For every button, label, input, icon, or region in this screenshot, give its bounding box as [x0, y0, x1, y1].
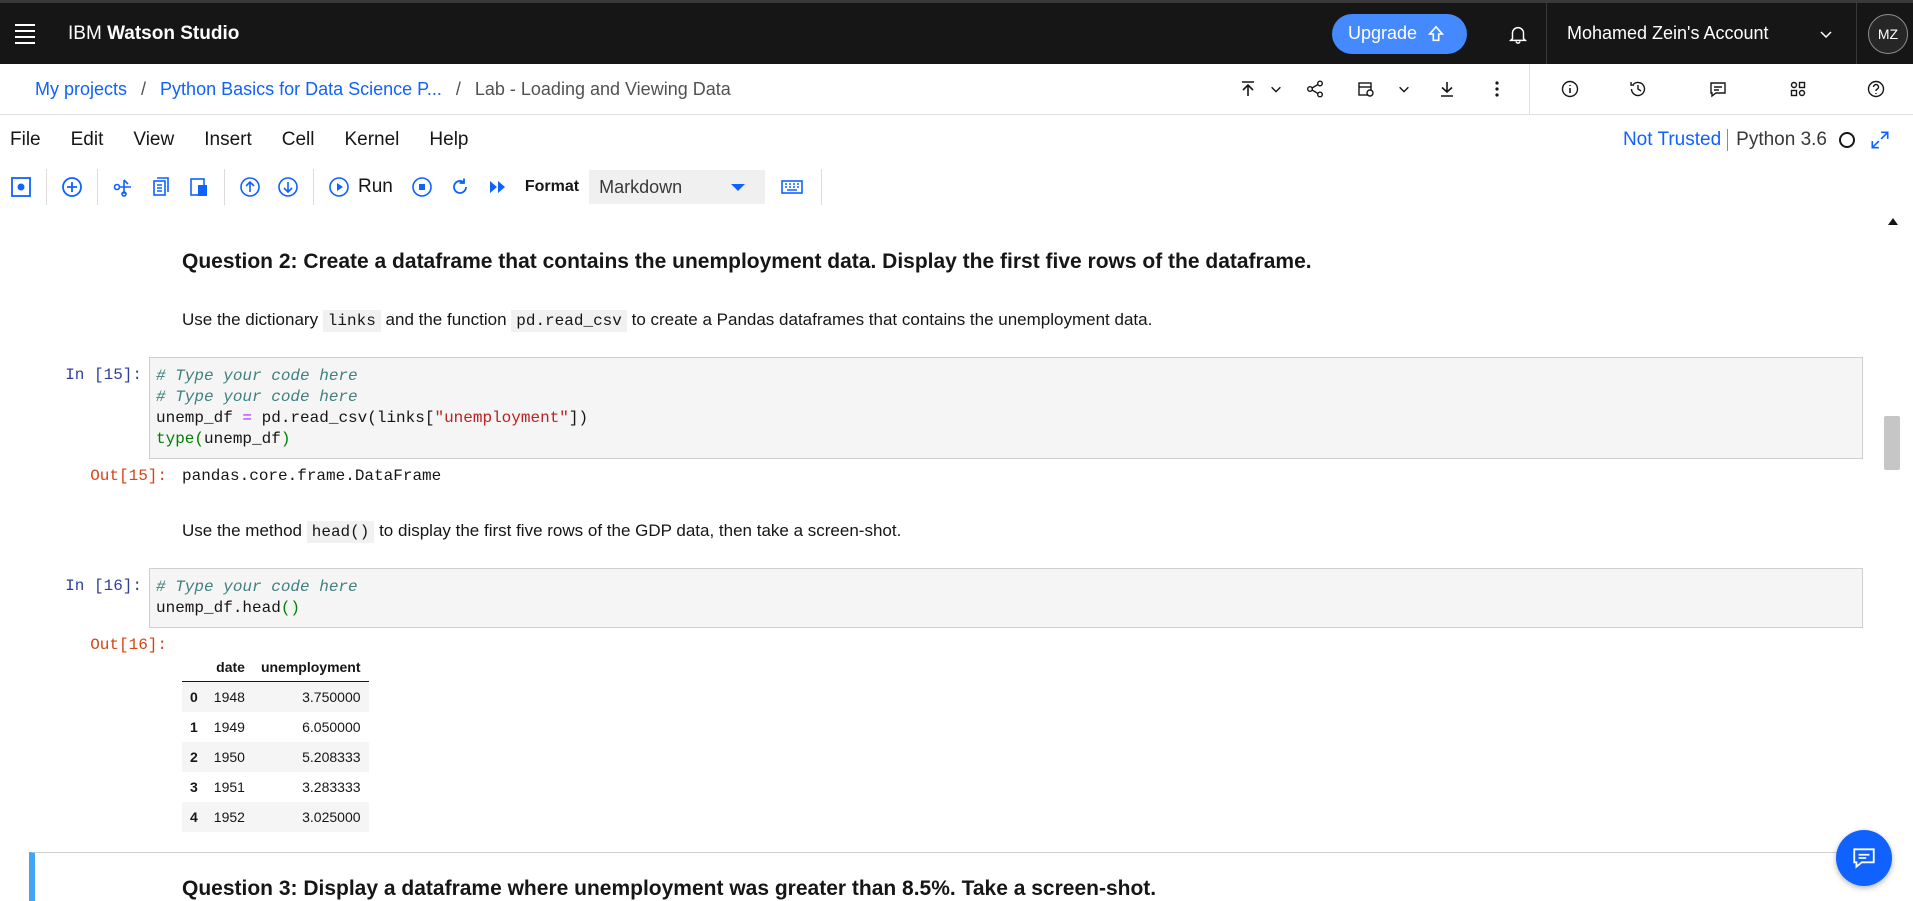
chat-assistant-button[interactable]	[1836, 830, 1892, 886]
keyboard-shortcuts-icon[interactable]	[773, 167, 811, 207]
hamburger-menu-icon[interactable]	[0, 3, 50, 64]
kernel-idle-indicator-icon	[1839, 132, 1855, 148]
information-icon[interactable]	[1542, 64, 1598, 115]
cell-format-select[interactable]: Markdown	[589, 170, 766, 204]
chevron-down-icon[interactable]	[1391, 64, 1417, 115]
avatar: MZ	[1868, 13, 1908, 54]
notebook-area[interactable]: Question 2: Create a dataframe that cont…	[12, 212, 1876, 901]
question-2-instructions: Use the dictionary links and the functio…	[182, 310, 1153, 332]
menu-view[interactable]: View	[118, 129, 189, 151]
table-header-date: date	[205, 653, 253, 682]
question-2-heading: Question 2: Create a dataframe that cont…	[182, 250, 1312, 273]
account-switcher[interactable]: Mohamed Zein's Account	[1547, 3, 1857, 64]
chevron-down-icon[interactable]	[1263, 64, 1289, 115]
format-label: Format	[524, 178, 580, 195]
dataframe-output-table: date unemployment 0 1948 3.750000 1 1949 6.0…	[182, 653, 369, 832]
save-checkpoint-icon[interactable]	[2, 167, 40, 207]
table-row: 0 1948 3.750000	[182, 681, 369, 712]
cell-15-output: pandas.core.frame.DataFrame	[182, 467, 442, 485]
head-instructions: Use the method head() to display the fir…	[182, 521, 902, 543]
menu-help[interactable]: Help	[414, 129, 483, 151]
table-row: 2 1950 5.208333	[182, 742, 369, 772]
kernel-name[interactable]: Python 3.6	[1727, 129, 1827, 151]
notifications-bell-icon[interactable]	[1489, 3, 1547, 64]
run-cell-icon[interactable]	[320, 167, 358, 207]
breadcrumb: My projects / Python Basics for Data Sci…	[0, 79, 1233, 100]
table-row: 4 1952 3.025000	[182, 802, 369, 832]
cell-16-code-editor[interactable]: # Type your code here unemp_df.head()	[149, 568, 1863, 628]
selected-markdown-cell[interactable]: Question 3: Display a dataframe where un…	[29, 852, 1876, 901]
code-line: # Type your code here	[156, 578, 358, 596]
breadcrumb-current-notebook: Lab - Loading and Viewing Data	[474, 78, 731, 99]
menu-edit[interactable]: Edit	[56, 129, 119, 151]
code-line: # Type your code here	[156, 367, 358, 385]
comments-icon[interactable]	[1678, 64, 1758, 115]
top-navigation-bar: IBM Watson Studio Upgrade Mohamed Zein's…	[0, 0, 1913, 64]
table-row: 1 1949 6.050000	[190, 719, 361, 735]
scrollbar-thumb[interactable]	[1884, 416, 1900, 470]
cut-cell-icon[interactable]	[104, 167, 142, 207]
chat-icon	[1853, 848, 1875, 869]
cell-15-code-editor[interactable]: # Type your code here # Type your code h…	[149, 357, 1863, 459]
cell-16-input-prompt: In [16]:	[65, 577, 142, 595]
account-name: Mohamed Zein's Account	[1567, 23, 1769, 43]
overflow-menu-icon[interactable]	[1477, 64, 1517, 115]
restart-kernel-icon[interactable]	[441, 167, 479, 207]
publish-icon[interactable]	[1233, 64, 1263, 115]
upgrade-button[interactable]: Upgrade	[1331, 13, 1467, 54]
notebook-toolbar: Run Format Markdown	[0, 164, 1913, 210]
download-icon[interactable]	[1417, 64, 1477, 115]
breadcrumb-project[interactable]: Python Basics for Data Science P...	[160, 79, 442, 100]
cell-16-output-prompt: Out[16]:	[90, 636, 167, 654]
breadcrumb-separator: /	[455, 78, 461, 99]
table-header-index	[182, 653, 206, 682]
question-3-heading: Question 3: Display a dataframe where un…	[182, 877, 1157, 900]
copy-cell-icon[interactable]	[142, 167, 180, 207]
version-history-icon[interactable]	[1598, 64, 1678, 115]
menu-file[interactable]: File	[0, 129, 56, 151]
table-row: 3 1951 3.283333	[190, 779, 361, 795]
trust-status[interactable]: Not Trusted	[1623, 129, 1721, 151]
notebook-menu-bar: File Edit View Insert Cell Kernel Help N…	[0, 116, 1913, 164]
upgrade-label: Upgrade	[1347, 23, 1417, 43]
maximize-icon[interactable]	[1869, 129, 1891, 151]
chevron-down-icon	[1820, 30, 1832, 38]
scroll-up-arrow-icon[interactable]	[1888, 218, 1898, 225]
inline-code-head: head()	[306, 521, 375, 543]
code-line: unemp_df.head()	[156, 599, 301, 617]
breadcrumb-my-projects[interactable]: My projects	[35, 79, 127, 100]
paste-cell-icon[interactable]	[180, 167, 218, 207]
inline-code-read-csv: pd.read_csv	[511, 310, 627, 332]
avatar-button[interactable]: MZ	[1863, 3, 1913, 64]
cell-format-value: Markdown	[599, 176, 683, 197]
code-line: type(unemp_df)	[156, 430, 291, 448]
menu-cell[interactable]: Cell	[267, 129, 330, 151]
code-line: # Type your code here	[156, 388, 358, 406]
notebook-scrollbar[interactable]	[1876, 212, 1913, 901]
restart-run-all-icon[interactable]	[479, 167, 517, 207]
inline-code-links: links	[322, 310, 381, 332]
menu-insert[interactable]: Insert	[189, 129, 267, 151]
product-brand[interactable]: IBM Watson Studio	[68, 23, 239, 45]
breadcrumb-bar: My projects / Python Basics for Data Sci…	[0, 63, 1913, 115]
help-icon[interactable]	[1838, 64, 1913, 115]
breadcrumb-separator: /	[141, 78, 147, 99]
cell-15-output-prompt: Out[15]:	[90, 467, 167, 485]
insert-cell-icon[interactable]	[53, 167, 91, 207]
move-cell-down-icon[interactable]	[269, 167, 307, 207]
code-snippets-icon[interactable]	[1758, 64, 1838, 115]
interrupt-kernel-icon[interactable]	[403, 167, 441, 207]
code-line: unemp_df = pd.read_csv(links["unemployme…	[156, 409, 589, 427]
table-header-unemployment: unemployment	[252, 653, 369, 682]
menu-kernel[interactable]: Kernel	[329, 129, 414, 151]
run-button[interactable]: Run	[358, 176, 393, 198]
upgrade-arrow-icon	[1427, 25, 1445, 41]
caret-down-icon	[731, 184, 746, 191]
cell-15-input-prompt: In [15]:	[65, 366, 142, 384]
schedule-job-icon[interactable]	[1341, 64, 1391, 115]
move-cell-up-icon[interactable]	[231, 167, 269, 207]
share-icon[interactable]	[1289, 64, 1341, 115]
